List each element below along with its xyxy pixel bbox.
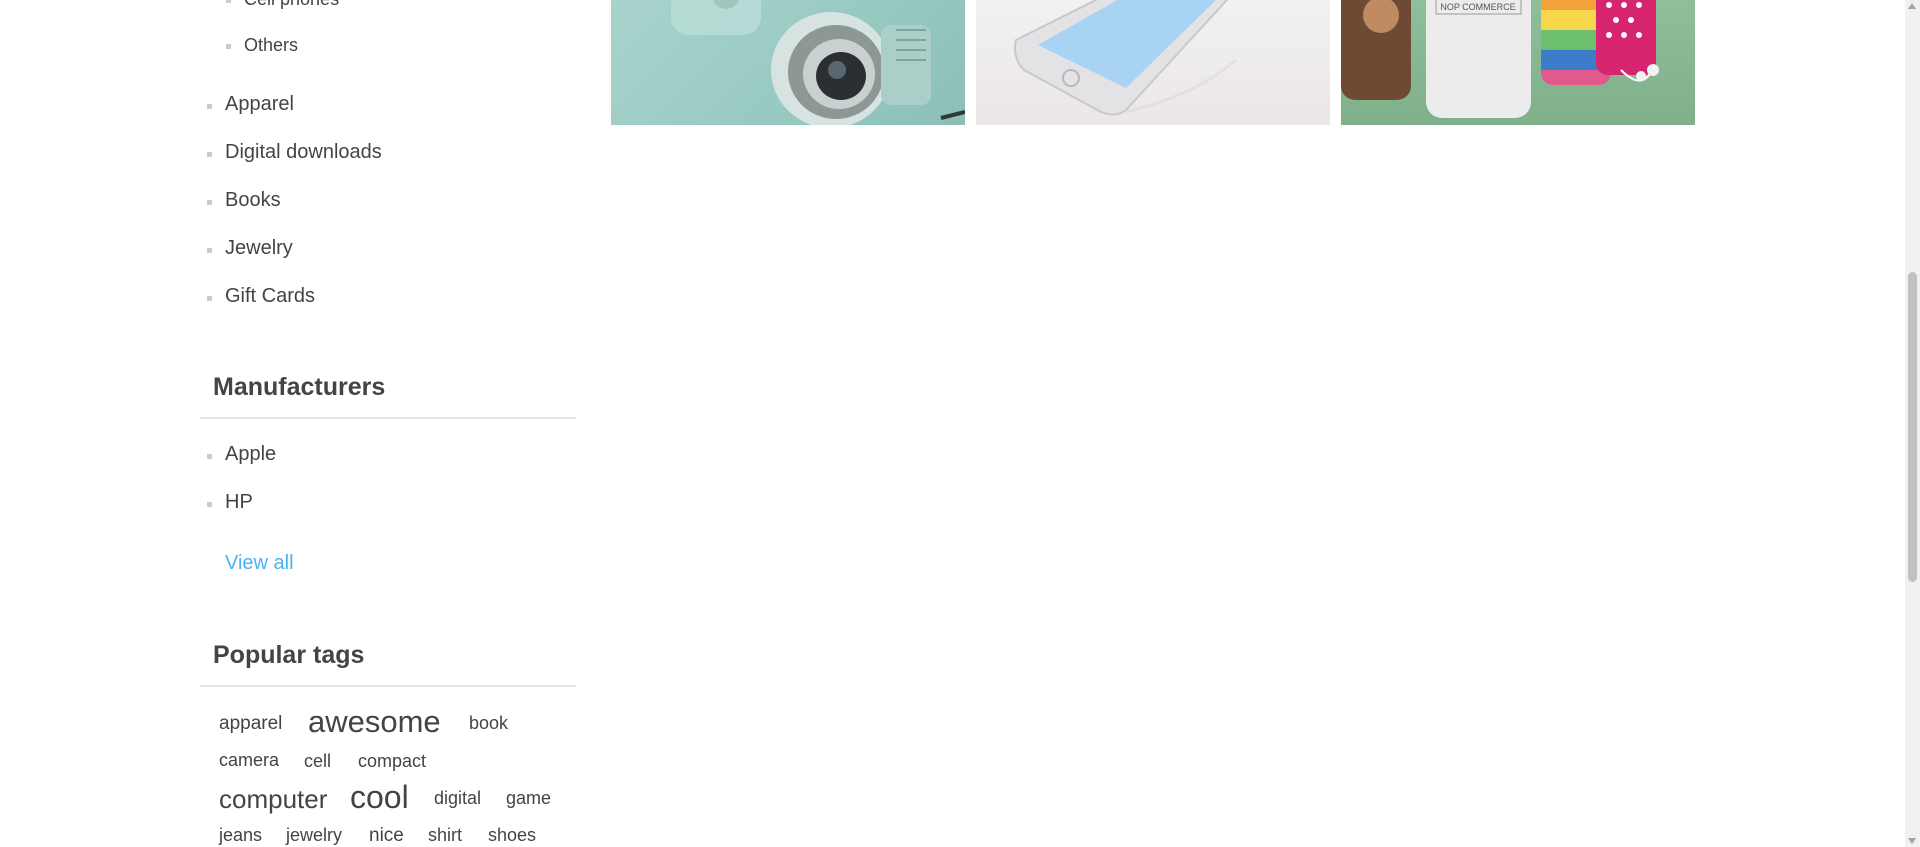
- phone-cases-illustration: NOP COMMERCE: [1341, 0, 1659, 118]
- tag-game[interactable]: game: [506, 788, 551, 809]
- tag-awesome[interactable]: awesome: [308, 704, 441, 740]
- manufacturers-divider: [200, 417, 576, 419]
- tag-compact[interactable]: compact: [358, 751, 426, 772]
- phone-illustration: [1014, 0, 1237, 116]
- tag-camera[interactable]: camera: [219, 750, 279, 771]
- popular-tags-divider: [200, 685, 576, 687]
- sidebar-item-jewelry[interactable]: Jewelry: [207, 237, 293, 260]
- manufacturer-item-hp[interactable]: HP: [207, 491, 253, 514]
- tag-computer[interactable]: computer: [219, 784, 327, 815]
- manufacturers-title: Manufacturers: [213, 373, 386, 401]
- tag-shirt[interactable]: shirt: [428, 825, 462, 846]
- tag-apparel[interactable]: apparel: [219, 713, 282, 735]
- scroll-up-icon[interactable]: [1908, 3, 1916, 9]
- popular-tags-title: Popular tags: [213, 641, 365, 669]
- product-image-camera[interactable]: [611, 0, 965, 125]
- tag-jeans[interactable]: jeans: [219, 825, 262, 846]
- scrollbar-thumb[interactable]: [1908, 272, 1917, 582]
- manufacturer-item-apple[interactable]: Apple: [206, 443, 276, 466]
- scroll-down-icon[interactable]: [1908, 838, 1916, 844]
- sidebar-item-digital-downloads[interactable]: Digital downloads: [207, 141, 382, 164]
- tag-nice[interactable]: nice: [369, 825, 404, 847]
- phone-case-label: NOP COMMERCE: [1440, 2, 1515, 12]
- tag-shoes[interactable]: shoes: [488, 825, 536, 846]
- product-image-phone-cases[interactable]: NOP COMMERCE: [1341, 0, 1695, 125]
- tag-book[interactable]: book: [469, 713, 508, 734]
- vertical-scrollbar[interactable]: [1905, 0, 1920, 847]
- tag-cell[interactable]: cell: [304, 751, 331, 772]
- sidebar-item-books[interactable]: Books: [207, 189, 281, 212]
- sidebar-item-gift-cards[interactable]: Gift Cards: [206, 285, 315, 308]
- product-image-phone[interactable]: [976, 0, 1330, 125]
- sidebar-item-apparel[interactable]: Apparel: [207, 93, 294, 116]
- camera-illustration: [671, 0, 965, 125]
- manufacturers-view-all-link[interactable]: View all: [225, 552, 294, 575]
- tag-digital[interactable]: digital: [434, 788, 481, 809]
- sidebar-subitem-others[interactable]: Others: [225, 35, 298, 56]
- sidebar-subitem-cell-phones[interactable]: Cell phones: [225, 0, 339, 10]
- tag-cool[interactable]: cool: [350, 779, 409, 816]
- tag-jewelry[interactable]: jewelry: [286, 825, 342, 846]
